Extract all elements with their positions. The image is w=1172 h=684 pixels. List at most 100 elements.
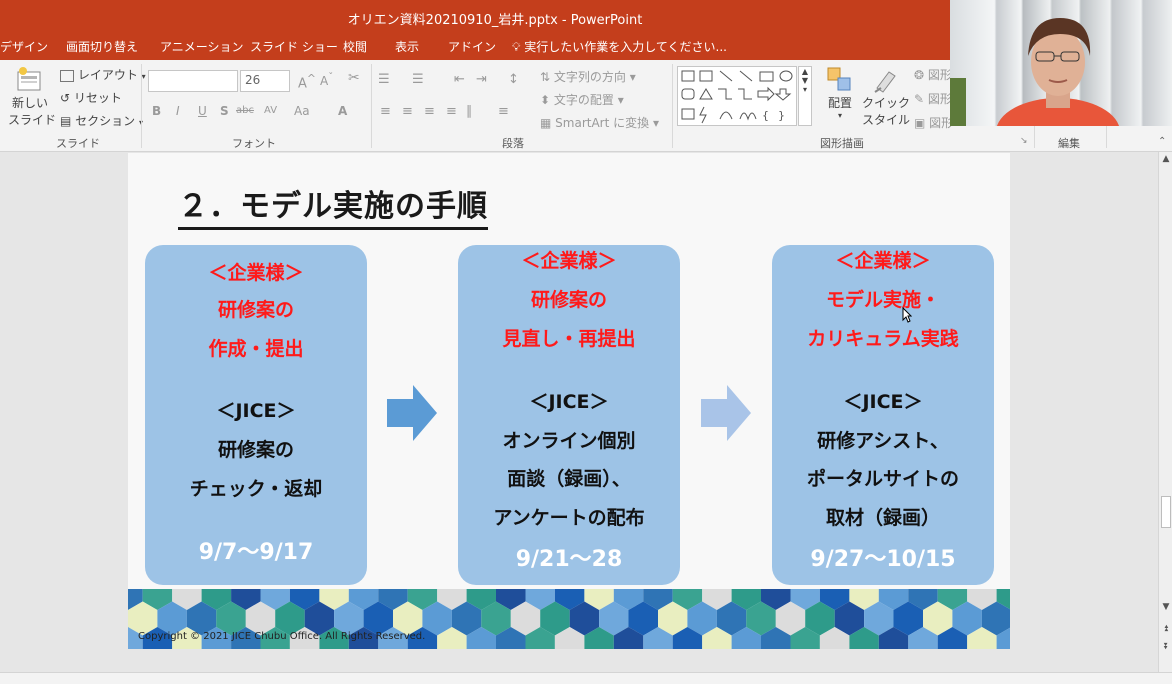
card-body-line: アンケートの配布 [493,507,645,529]
tab-addins[interactable]: アドイン [448,38,496,58]
shape-fill-label: 図形 [927,68,952,82]
card-body-line: ＜JICE＞ [529,391,609,413]
section-label: セクション [75,114,136,128]
card-body-line: ポータルサイトの [806,468,959,490]
layout-icon [60,69,74,82]
card-body-line: オンライン個別 [502,430,636,452]
layout-label: レイアウト [77,68,138,82]
italic-button[interactable]: I [176,104,180,118]
tab-design[interactable]: デザイン [0,38,48,58]
group-divider [672,64,673,148]
arrow-right-icon [387,385,437,441]
align-right-icon[interactable]: ≡ [424,104,435,119]
shape-outline-label: 図形 [927,92,952,106]
effects-icon: ▣ [914,116,926,130]
reset-icon: ↺ [60,91,71,105]
card-heading-line: ＜企業様＞ [208,262,304,284]
columns-icon[interactable]: ∥ [466,104,473,119]
step-card-3[interactable]: ＜企業様＞ モデル実施・ カリキュラム実践 ＜JICE＞ 研修アシスト、 ポータ… [772,245,994,585]
clear-format-icon[interactable]: ✂ [348,70,360,86]
collapse-ribbon-icon[interactable]: ⌃ [1158,136,1166,147]
prev-slide-icon[interactable]: ⏫︎ [1161,624,1171,634]
chevron-down-icon: ▾ [837,111,842,120]
arrange-icon [827,67,851,91]
scroll-down-icon[interactable]: ▼ [1161,602,1171,612]
grow-font-button[interactable]: A^ [298,72,316,91]
text-direction-button[interactable]: ⇅ 文字列の方向 ▾ [540,68,636,85]
shape-effects-button[interactable]: ▣ 図形 [914,114,953,131]
quick-styles-button[interactable]: クイック スタイル [862,66,910,128]
arrange-button[interactable]: 配置 ▾ [822,66,858,128]
reset-button[interactable]: ↺ リセット [60,89,122,106]
font-size-value: 26 [245,73,261,87]
card-body-line: 研修アシスト、 [817,430,949,452]
justify-icon[interactable]: ≡ [446,104,457,119]
shapes-gallery[interactable]: {} [677,66,797,126]
decrease-indent-icon[interactable]: ⇤ [454,72,465,87]
vertical-scrollbar[interactable]: ▲ ▼ ⏫︎ ⏬︎ [1158,152,1172,672]
underline-button[interactable]: U [198,104,207,118]
char-spacing-button[interactable]: AV [264,105,277,116]
font-name-input[interactable] [148,70,238,92]
reset-label: リセット [73,91,122,105]
tab-animations[interactable]: アニメーション [160,38,244,58]
new-slide-label: 新しい [11,96,48,110]
tab-view[interactable]: 表示 [395,38,419,58]
shapes-scroll[interactable]: ▲ ▼ ▾ [798,66,812,126]
slide-title[interactable]: ２．モデル実施の手順 [178,181,488,230]
section-button[interactable]: ▤ セクション ▾ [60,112,143,129]
new-slide-button[interactable]: 新しい スライド [8,66,56,132]
bold-button[interactable]: B [152,104,161,118]
group-label-paragraph: 段落 [502,137,524,150]
dialog-launcher-icon[interactable]: ↘ [1020,136,1028,146]
smartart-label: SmartArt に変換 [555,116,650,130]
align-center-icon[interactable]: ≡ [402,104,413,119]
step-card-1[interactable]: ＜企業様＞ 研修案の 作成・提出 ＜JICE＞ 研修案の チェック・返却 9/7… [145,245,367,585]
scroll-thumb[interactable] [1161,496,1171,528]
tab-review[interactable]: 校閲 [343,38,367,58]
tell-me-box[interactable]: 💡︎ 実行したい作業を入力してください... [512,38,727,58]
window-title: オリエン資料20210910_岩井.pptx - PowerPoint [347,13,643,28]
smartart-button[interactable]: ▦ SmartArt に変換 ▾ [540,114,659,131]
smartart-icon: ▦ [540,116,552,130]
arrow-right-icon [701,385,751,441]
presenter-video-image [950,18,1120,126]
mouse-cursor-icon [902,307,912,323]
scroll-up-icon[interactable]: ▲ [1161,154,1171,164]
card-body-line: 取材（録画） [825,507,940,529]
distribute-icon[interactable]: ≡ [498,104,509,119]
bullets-icon[interactable]: ☰ [378,72,390,87]
numbering-icon[interactable]: ☰ [412,72,424,87]
shape-outline-button[interactable]: ✎ 図形 [914,90,952,107]
copyright-text: Copyright © 2021 JICE Chubu Office. All … [138,631,426,642]
strikethrough-button[interactable]: abc [236,105,254,116]
shrink-font-button[interactable]: Aˇ [320,72,333,88]
align-left-icon[interactable]: ≡ [380,104,391,119]
card-body-line: ＜JICE＞ [216,400,296,422]
next-slide-icon[interactable]: ⏬︎ [1161,642,1171,652]
shadow-button[interactable]: S [220,104,229,118]
slide-canvas[interactable]: ２．モデル実施の手順 ＜企業様＞ 研修案の 作成・提出 ＜JICE＞ 研修案の … [128,153,1010,649]
font-size-input[interactable]: 26 [240,70,290,92]
group-divider [141,64,142,148]
svg-text:}: } [778,109,785,122]
layout-button[interactable]: レイアウト ▾ [60,66,146,83]
step-card-2[interactable]: ＜企業様＞ 研修案の 見直し・再提出 ＜JICE＞ オンライン個別 面談（録画）… [458,245,680,585]
change-case-button[interactable]: Aa [294,104,310,118]
align-text-button[interactable]: ⬍ 文字の配置 ▾ [540,91,624,108]
increase-indent-icon[interactable]: ⇥ [476,72,487,87]
tab-transitions[interactable]: 画面切り替え [66,38,138,58]
group-divider [371,64,372,148]
font-color-icon[interactable]: A [338,104,347,118]
card-heading-line: カリキュラム実践 [807,328,959,350]
group-label-font: フォント [232,137,276,150]
powerpoint-window: オリエン資料20210910_岩井.pptx - PowerPoint デザイン… [0,0,1172,684]
quick-style-label-2: スタイル [862,113,911,127]
text-direction-label: 文字列の方向 [553,70,626,84]
status-bar [0,672,1172,684]
shape-fill-button[interactable]: ❂ 図形 [914,66,952,83]
line-spacing-icon[interactable]: ↕ [508,72,519,87]
tab-slideshow[interactable]: スライド ショー [250,38,338,58]
card-heading-line: 見直し・再提出 [502,328,636,350]
align-text-icon: ⬍ [540,93,551,107]
